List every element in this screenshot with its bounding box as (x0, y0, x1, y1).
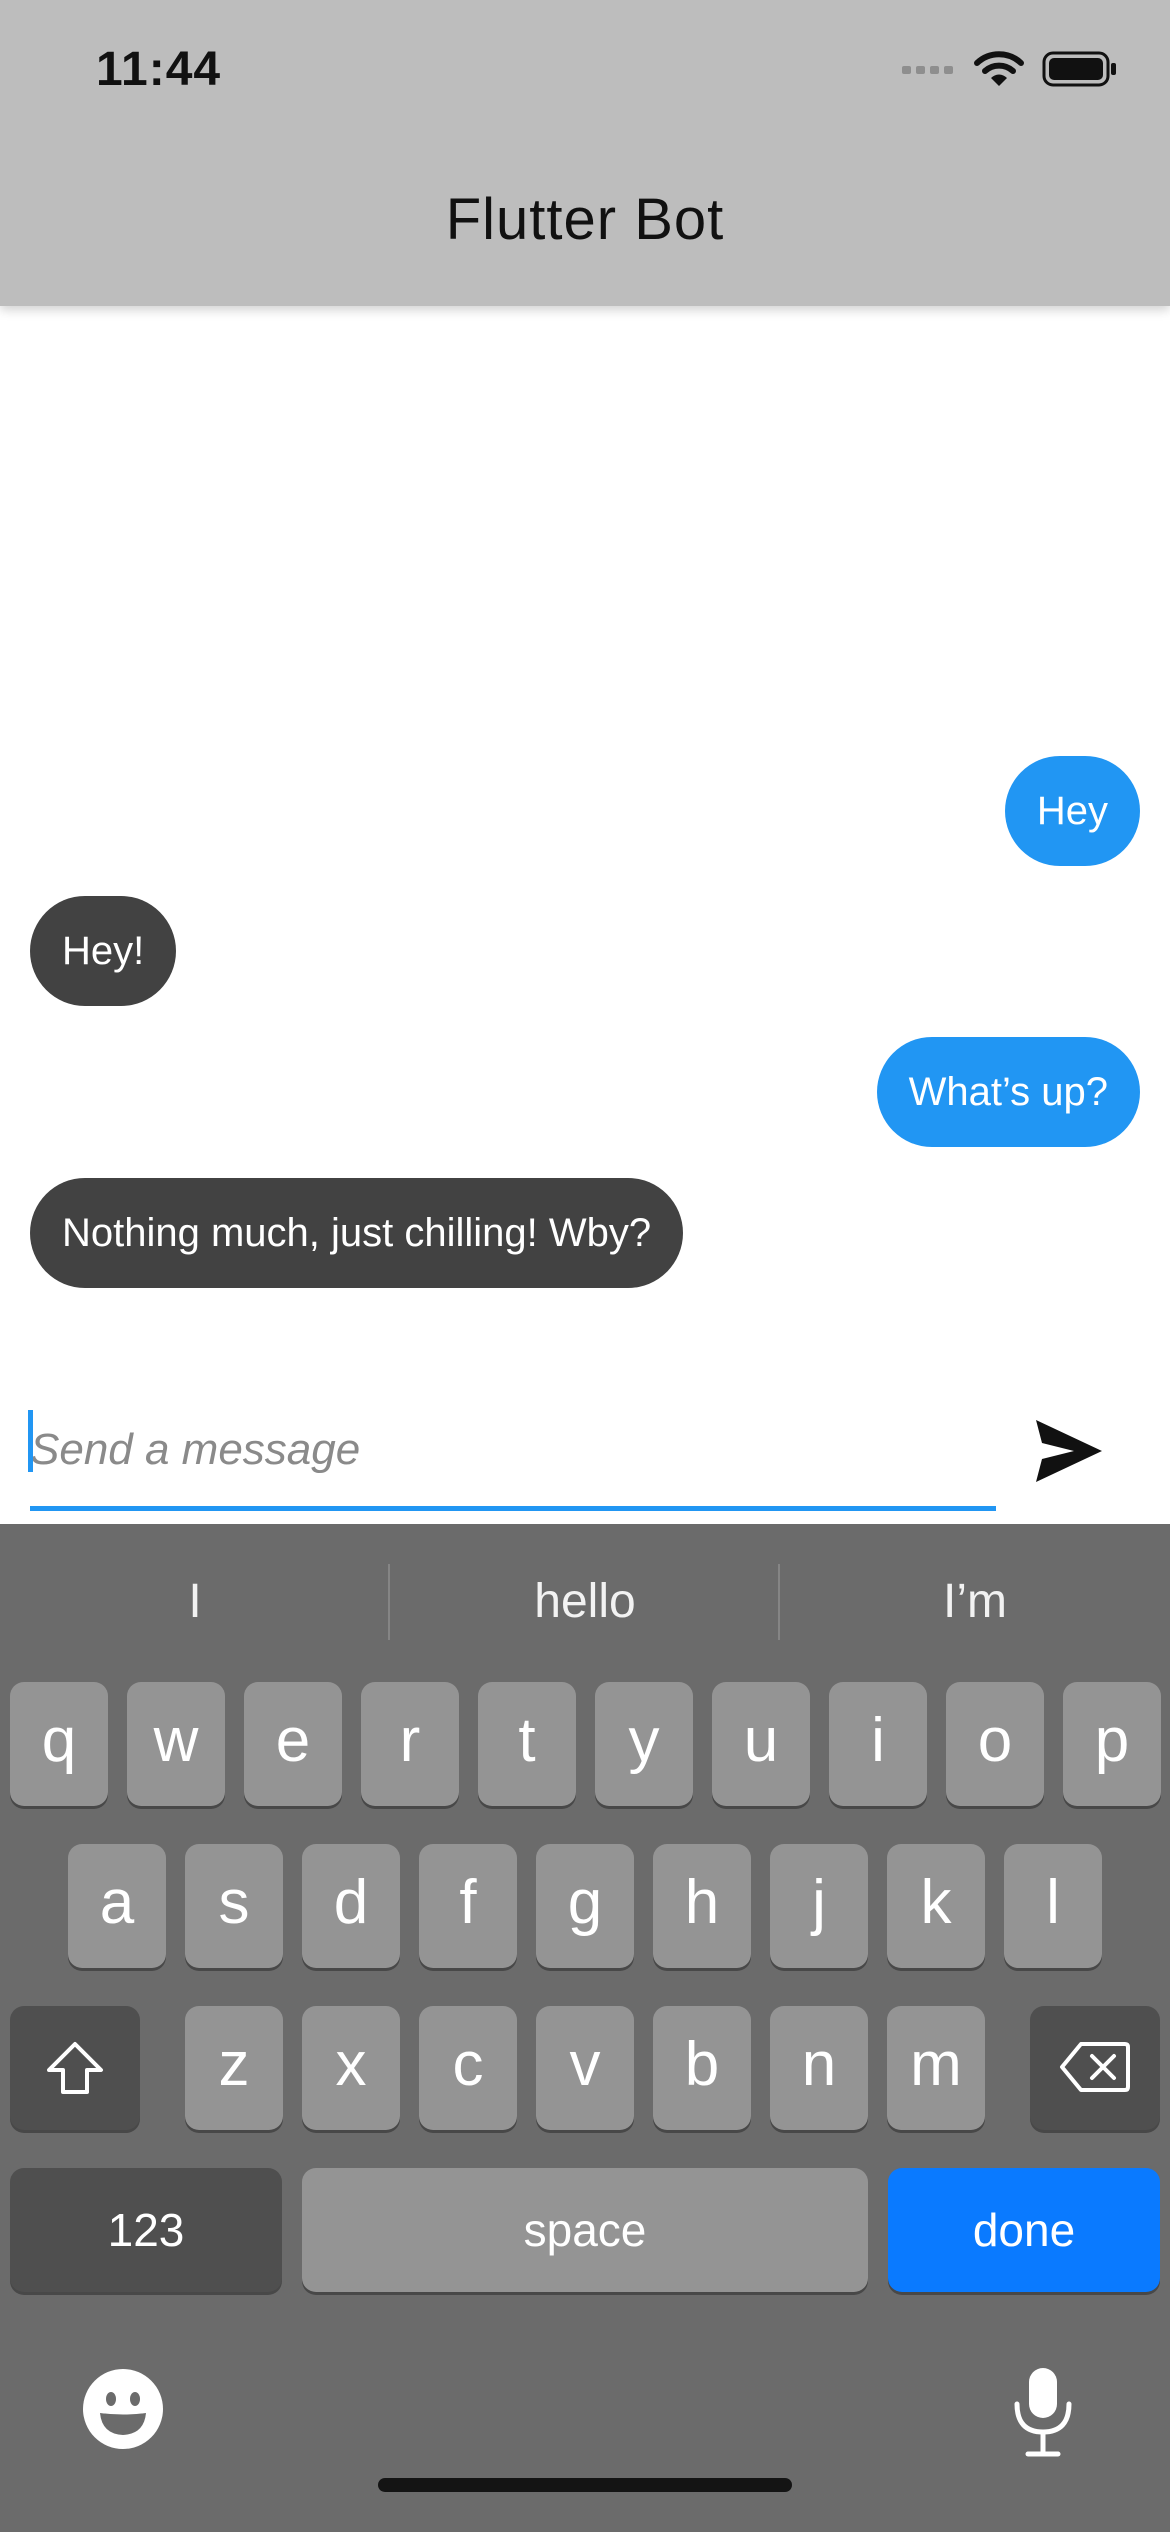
numbers-key[interactable]: 123 (10, 2168, 282, 2292)
wifi-icon (974, 51, 1024, 86)
key-n[interactable]: n (770, 2006, 868, 2130)
key-h[interactable]: h (653, 1844, 751, 1968)
key-z[interactable]: z (185, 2006, 283, 2130)
suggestion-bar: I hello I’m (0, 1524, 1170, 1674)
key-r[interactable]: r (361, 1682, 459, 1806)
key-m[interactable]: m (887, 2006, 985, 2130)
key-l[interactable]: l (1004, 1844, 1102, 1968)
microphone-icon[interactable] (1012, 2366, 1074, 2458)
space-key[interactable]: space (302, 2168, 868, 2292)
emoji-icon[interactable] (82, 2368, 164, 2450)
suggestion-item[interactable]: I (0, 1562, 390, 1642)
keyboard: I hello I’m q w e r t y u i o p a s d f … (0, 1524, 1170, 2532)
send-icon[interactable] (1030, 1412, 1108, 1490)
app-screen: 11:44 Flutter Bot Hey Hey! What’s up? No… (0, 0, 1170, 2532)
shift-icon (47, 2042, 103, 2094)
message-bubble-user: What’s up? (876, 1037, 1140, 1147)
key-q[interactable]: q (10, 1682, 108, 1806)
key-d[interactable]: d (302, 1844, 400, 1968)
input-underline (30, 1506, 996, 1511)
battery-icon (1042, 51, 1116, 87)
backspace-icon (1060, 2042, 1130, 2092)
key-j[interactable]: j (770, 1844, 868, 1968)
suggestion-item[interactable]: hello (390, 1562, 780, 1642)
key-v[interactable]: v (536, 2006, 634, 2130)
message-bubble-bot: Nothing much, just chilling! Wby? (30, 1178, 684, 1288)
backspace-key[interactable] (1030, 2006, 1160, 2130)
done-key[interactable]: done (888, 2168, 1160, 2292)
key-o[interactable]: o (946, 1682, 1044, 1806)
key-a[interactable]: a (68, 1844, 166, 1968)
text-caret (28, 1410, 33, 1472)
key-x[interactable]: x (302, 2006, 400, 2130)
app-bar: 11:44 Flutter Bot (0, 0, 1170, 306)
app-title: Flutter Bot (445, 187, 725, 252)
status-icons (884, 50, 1118, 88)
cellular-signal-icon (902, 66, 953, 74)
key-k[interactable]: k (887, 1844, 985, 1968)
key-w[interactable]: w (127, 1682, 225, 1806)
status-time: 11:44 (96, 43, 222, 96)
home-indicator[interactable] (378, 2478, 792, 2492)
key-y[interactable]: y (595, 1682, 693, 1806)
key-e[interactable]: e (244, 1682, 342, 1806)
key-f[interactable]: f (419, 1844, 517, 1968)
key-u[interactable]: u (712, 1682, 810, 1806)
key-p[interactable]: p (1063, 1682, 1161, 1806)
suggestion-item[interactable]: I’m (780, 1562, 1170, 1642)
message-bubble-user: Hey (1004, 756, 1140, 866)
key-t[interactable]: t (478, 1682, 576, 1806)
key-b[interactable]: b (653, 2006, 751, 2130)
message-input[interactable] (30, 1408, 996, 1492)
message-bubble-bot: Hey! (30, 896, 177, 1006)
shift-key[interactable] (10, 2006, 140, 2130)
key-i[interactable]: i (829, 1682, 927, 1806)
key-g[interactable]: g (536, 1844, 634, 1968)
key-s[interactable]: s (185, 1844, 283, 1968)
key-c[interactable]: c (419, 2006, 517, 2130)
chat-list[interactable]: Hey Hey! What’s up? Nothing much, just c… (0, 306, 1170, 1524)
message-composer (0, 1384, 1170, 1524)
